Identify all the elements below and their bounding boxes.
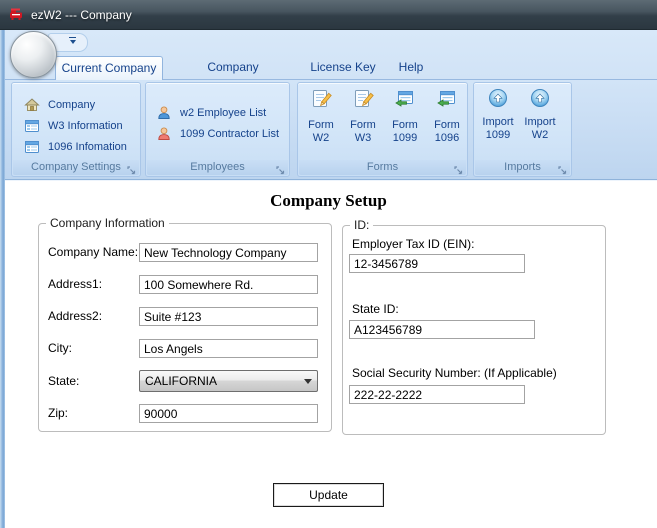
title-bar: ezW2 --- Company [0,0,657,30]
ribbon-item-label: Form [434,119,460,131]
state-id-field[interactable] [349,320,535,339]
ribbon-item-label: W2 [312,132,330,144]
ein-label: Employer Tax ID (EIN): [352,237,475,251]
ribbon-item-form-1099[interactable]: Form 1099 [385,85,425,161]
ribbon-group-employees: w2 Employee List 1099 Contractor List Em… [145,82,290,177]
ribbon-item-label: W3 [354,132,372,144]
import-icon [531,89,549,107]
ribbon-item-1099-contractor-list[interactable]: 1099 Contractor List [156,125,279,142]
address2-label: Address2: [48,309,103,323]
ribbon-group-imports: Import 1099 Import W2 Imports [473,82,572,177]
table-icon [24,139,40,155]
table-icon [24,118,40,134]
form-edit-icon [310,88,332,110]
ribbon-item-label: 1096 Infomation [48,140,127,153]
ribbon-item-form-1096[interactable]: Form 1096 [427,85,467,161]
update-button[interactable]: Update [273,483,384,507]
group-label-text: Forms [366,161,399,173]
ribbon-item-label: w2 Employee List [180,106,267,119]
ribbon-item-1096-information[interactable]: 1096 Infomation [24,138,127,155]
id-legend: ID: [350,218,374,232]
group-label-text: Employees [190,161,245,173]
ssn-field[interactable] [349,385,525,404]
tab-company-management[interactable]: Company Management [172,56,294,97]
company-name-field[interactable] [139,243,318,262]
ribbon-item-label: W2 [531,129,549,141]
zip-field[interactable] [139,404,318,423]
ein-field[interactable] [349,254,525,273]
tab-current-company[interactable]: Current Company [55,56,163,80]
form-export-icon [436,88,458,110]
dialog-launcher-icon[interactable] [558,163,568,175]
id-groupbox: ID: Employer Tax ID (EIN): State ID: Soc… [342,218,606,435]
app-logo-icon [9,7,24,22]
tab-license-key[interactable]: License Key [302,56,384,79]
ribbon-item-label: Form [392,119,418,131]
tab-help[interactable]: Help [386,56,436,79]
group-label-text: Imports [504,161,541,173]
ribbon-item-label: 1099 [485,129,511,141]
city-field[interactable] [139,339,318,358]
dialog-launcher-icon[interactable] [454,163,464,175]
application-orb-button[interactable] [10,31,57,78]
ribbon-item-form-w3[interactable]: Form W3 [343,85,383,161]
ribbon-item-label: Import [482,116,514,128]
chevron-down-icon [304,379,312,384]
state-label: State: [48,374,80,388]
ribbon-item-label: 1096 [434,132,460,144]
ribbon-item-label: W3 Information [48,119,123,132]
page-title: Company Setup [270,191,387,210]
home-icon [24,97,40,113]
ribbon-group-label: Imports [475,160,570,175]
ribbon-item-label: 1099 Contractor List [180,127,280,140]
qat-dropdown-icon[interactable] [68,37,77,44]
company-name-label: Company Name: [48,245,139,259]
address1-field[interactable] [139,275,318,294]
state-id-label: State ID: [352,302,399,316]
ribbon-item-label: Company [48,98,96,111]
state-select[interactable]: CALIFORNIA [139,370,318,392]
ssn-label: Social Security Number: (If Applicable) [352,366,557,380]
dialog-launcher-icon[interactable] [276,163,286,175]
ribbon-item-label: Import [524,116,556,128]
ribbon-item-company[interactable]: Company [24,96,95,113]
ribbon-item-w2-employee-list[interactable]: w2 Employee List [156,104,266,121]
ribbon-item-label: Form [350,119,376,131]
group-label-text: Company Settings [31,161,121,173]
ribbon-item-label: 1099 [392,132,418,144]
ribbon-group-label: Company Settings [13,160,139,175]
person-blue-icon [156,105,172,121]
address2-field[interactable] [139,307,318,326]
state-selected-value: CALIFORNIA [145,374,218,388]
form-edit-icon [352,88,374,110]
zip-label: Zip: [48,406,69,420]
company-information-legend: Company Information [46,216,169,230]
dialog-launcher-icon[interactable] [127,163,137,175]
ribbon-group-label: Employees [147,160,288,175]
address1-label: Address1: [48,277,103,291]
ribbon-item-form-w2[interactable]: Form W2 [301,85,341,161]
form-export-icon [394,88,416,110]
person-red-icon [156,126,172,142]
company-information-groupbox: Company Information Company Name: Addres… [38,216,332,432]
ribbon-item-import-1099[interactable]: Import 1099 [478,85,518,161]
ribbon-item-w3-information[interactable]: W3 Information [24,117,123,134]
import-icon [489,89,507,107]
city-label: City: [48,341,72,355]
window-title: ezW2 --- Company [31,7,132,22]
ribbon-item-label: Form [308,119,334,131]
ribbon-group-label: Forms [299,160,466,175]
ribbon-group-company-settings: Company W3 Information 1096 Infomation C… [11,82,141,177]
ribbon-item-import-w2[interactable]: Import W2 [520,85,560,161]
ribbon-group-forms: Form W2 Form W3 Form 1099 Form 1096 Form… [297,82,468,177]
